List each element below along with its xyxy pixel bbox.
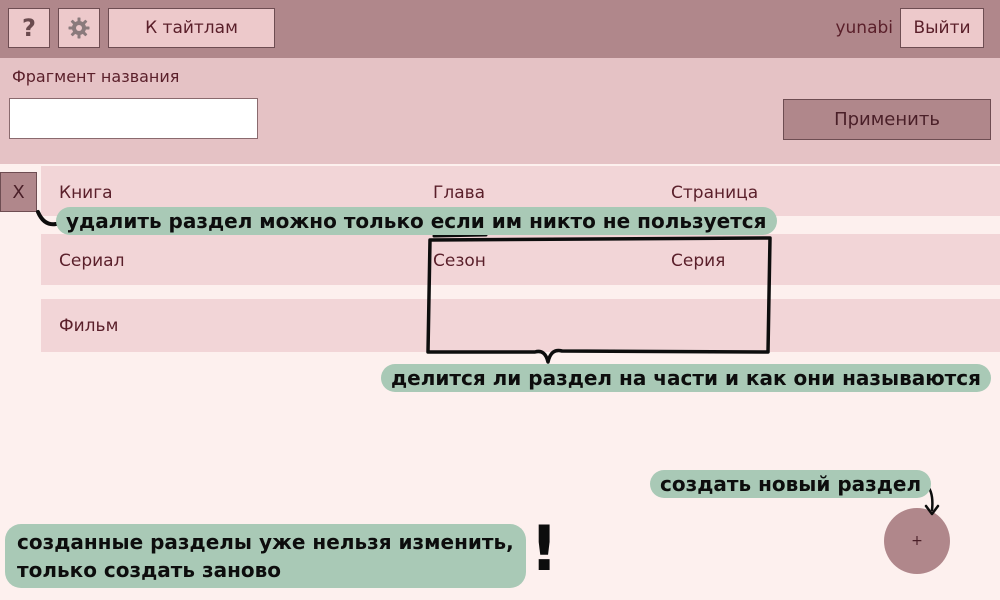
username: yunabi [835,18,893,38]
delete-section-button[interactable]: X [0,172,37,212]
annotation-create: создать новый раздел [650,470,932,498]
section-name: Сериал [59,251,125,271]
help-icon: ? [22,14,36,42]
section-part2: Серия [671,251,726,271]
exclamation-mark: ! [530,512,559,585]
help-button[interactable]: ? [8,8,50,48]
back-to-titles-button[interactable]: К тайтлам [108,8,275,48]
section-name: Книга [59,183,113,203]
annotation-immutable: созданные разделы уже нельзя изменить, т… [5,524,526,588]
apply-button[interactable]: Применить [783,99,991,140]
title-fragment-input[interactable] [9,98,258,139]
annotation-parts: делится ли раздел на части и как они наз… [381,364,991,392]
logout-button[interactable]: Выйти [900,8,984,48]
section-part1: Глава [433,183,486,203]
section-part1: Сезон [433,251,486,271]
annotation-immutable-line2: только создать заново [17,558,282,582]
annotation-delete: удалить раздел можно только если им никт… [56,207,777,235]
section-row[interactable]: Сериал Сезон Серия [41,234,1000,285]
section-part2: Страница [671,183,759,203]
settings-button[interactable] [58,8,100,48]
annotation-immutable-line1: созданные разделы уже нельзя изменить, [17,530,514,554]
gear-icon [67,16,91,40]
section-row[interactable]: Фильм [41,299,1000,352]
add-section-button[interactable]: + [884,508,950,574]
filter-label: Фрагмент названия [12,67,180,86]
section-name: Фильм [59,316,119,336]
